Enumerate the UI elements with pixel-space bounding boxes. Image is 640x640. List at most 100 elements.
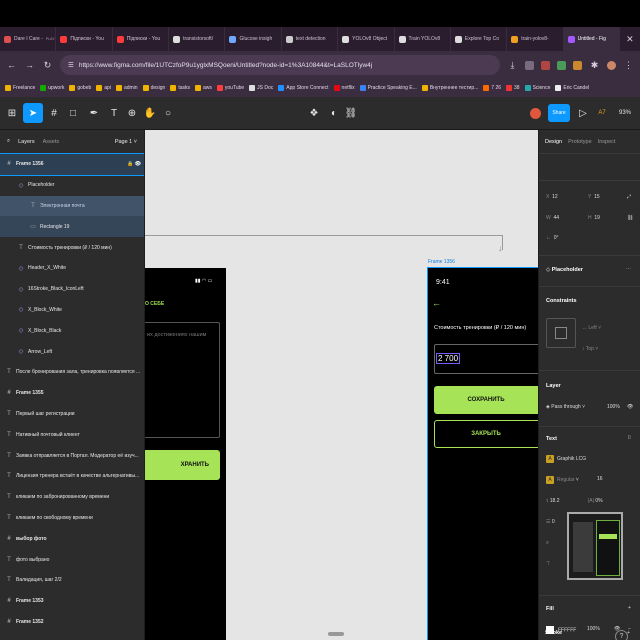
- font-family-select[interactable]: A Graphik LCG: [546, 455, 586, 463]
- layer-row[interactable]: T Нативный почтовый клиент: [0, 424, 144, 445]
- site-info-icon[interactable]: ☰: [68, 61, 74, 69]
- browser-tab[interactable]: transistorsoft/: [169, 27, 226, 51]
- layer-row[interactable]: ▭ Rectangle 19: [0, 216, 144, 238]
- extension-icon[interactable]: [573, 60, 582, 70]
- bookmark-item[interactable]: Science: [524, 85, 550, 91]
- extension-icon[interactable]: [557, 60, 566, 70]
- layer-row[interactable]: # выбор фото: [0, 528, 144, 549]
- visibility-icon[interactable]: 👁: [627, 404, 633, 410]
- bookmark-item[interactable]: design: [142, 85, 165, 91]
- design-canvas[interactable]: ↓ ▮▮ ◠ ▭ О СЕБЕ их достижениях нашим ХРА…: [145, 130, 538, 640]
- more-icon[interactable]: ⋯: [626, 266, 631, 272]
- constraint-horizontal[interactable]: ↔ Left ˅: [582, 325, 601, 331]
- lock-visibility-icons[interactable]: 🔒 👁: [127, 161, 141, 167]
- page-selector[interactable]: Page 1 ˅: [115, 139, 137, 145]
- fill-opacity[interactable]: 100%: [587, 626, 600, 632]
- main-menu-icon[interactable]: ⊞: [2, 103, 22, 123]
- layer-opacity[interactable]: 100%: [607, 404, 620, 410]
- extension-icon[interactable]: [541, 60, 550, 70]
- frame-tool-icon[interactable]: #: [44, 103, 64, 123]
- text-tool-icon[interactable]: T: [104, 103, 124, 123]
- paragraph-spacing-field[interactable]: ☰ 0: [546, 519, 555, 525]
- layer-row[interactable]: ◇ X_Block_White: [0, 300, 144, 321]
- layer-row[interactable]: # Frame 1353: [0, 591, 144, 612]
- bookmark-item[interactable]: aws: [194, 85, 212, 91]
- bookmark-item[interactable]: Внутреннее тестир...: [421, 85, 478, 91]
- bookmark-item[interactable]: 38: [506, 85, 520, 91]
- h-field[interactable]: H 19: [588, 215, 600, 221]
- bookmark-item[interactable]: youTube: [216, 85, 244, 91]
- hand-tool-icon[interactable]: ✋: [140, 103, 160, 123]
- tab-assets[interactable]: Assets: [43, 139, 60, 145]
- layer-row[interactable]: Tкликаем по свободному времени: [0, 508, 144, 529]
- font-size-field[interactable]: 16: [597, 476, 603, 482]
- layer-row[interactable]: T Первый шаг регистрации: [0, 404, 144, 425]
- link-icon[interactable]: ⛓: [341, 103, 361, 123]
- back-arrow-icon[interactable]: ←: [432, 298, 441, 308]
- layer-row[interactable]: ◇ Header_X_White: [0, 258, 144, 279]
- reload-icon[interactable]: ↻: [42, 60, 53, 71]
- close-button[interactable]: ЗАКРЫТЬ: [434, 420, 538, 448]
- tab-layers[interactable]: Layers: [18, 139, 35, 145]
- letter-spacing-field[interactable]: |A| 0%: [588, 498, 603, 504]
- puzzle-icon[interactable]: ✱: [589, 60, 600, 71]
- bookmark-item[interactable]: Freelance: [5, 85, 35, 91]
- canvas-scrollbar[interactable]: [328, 632, 344, 636]
- zoom-level[interactable]: 93%: [614, 103, 636, 123]
- browser-tab[interactable]: Dare I Care - PLAYING: [0, 27, 57, 51]
- text-styles-icon[interactable]: ⁞⁞: [628, 435, 631, 441]
- browser-tab[interactable]: Підписки - You: [56, 27, 113, 51]
- comment-tool-icon[interactable]: ○: [158, 103, 178, 123]
- layer-row[interactable]: # Frame 1356 🔒 👁: [0, 153, 144, 176]
- resources-icon[interactable]: ⊕: [122, 103, 142, 123]
- layer-row[interactable]: ◇ X_Block_Black: [0, 320, 144, 341]
- layer-row[interactable]: # Frame 1352: [0, 612, 144, 633]
- user-avatar[interactable]: [525, 103, 545, 123]
- w-field[interactable]: W 44: [546, 215, 559, 221]
- align-left-icon[interactable]: ≡: [546, 540, 549, 546]
- screenshot-preview-thumbnail[interactable]: [567, 512, 623, 580]
- constrain-icon[interactable]: ⤢: [627, 194, 631, 200]
- download-icon[interactable]: ⤓: [507, 60, 518, 71]
- move-tool-icon[interactable]: ➤: [23, 103, 43, 123]
- frame-label[interactable]: Frame 1356: [428, 259, 455, 265]
- layer-row[interactable]: Tфото выбрано: [0, 549, 144, 570]
- frame-1356[interactable]: 9:41 ← Стоимость тренировки (₽ / 120 мин…: [427, 267, 538, 640]
- bookmark-item[interactable]: Practice Speaking E...: [359, 85, 417, 91]
- back-icon[interactable]: ←: [6, 60, 17, 70]
- bookmark-item[interactable]: api: [96, 85, 111, 91]
- layer-row[interactable]: ◇ 16Stroke_Black_IconLeft: [0, 279, 144, 300]
- save-button[interactable]: СОХРАНИТЬ: [434, 386, 538, 414]
- extension-icon[interactable]: [525, 60, 534, 70]
- component-icon[interactable]: ❖: [304, 103, 324, 123]
- layer-row[interactable]: # Frame 1355: [0, 383, 144, 404]
- shape-tool-icon[interactable]: □: [63, 103, 83, 123]
- layer-row[interactable]: ◇ Placeholder: [0, 175, 144, 196]
- layer-row[interactable]: T Электронная почта: [0, 195, 144, 217]
- tab-inspect[interactable]: Inspect: [598, 139, 616, 145]
- tab-prototype[interactable]: Prototype: [568, 139, 592, 145]
- layer-row[interactable]: Tкликаем по забронированному времени: [0, 487, 144, 508]
- bookmark-item[interactable]: Eric Candel: [555, 85, 589, 91]
- tab-design[interactable]: Design: [545, 139, 562, 145]
- bookmark-item[interactable]: gobeb: [69, 85, 91, 91]
- y-field[interactable]: Y 15: [588, 194, 600, 200]
- browser-tab[interactable]: Glucose insigh: [225, 27, 282, 51]
- bookmark-item[interactable]: upwork: [40, 85, 64, 91]
- url-field[interactable]: ☰ https://www.figma.com/file/1UTCzfoP9u1…: [60, 55, 500, 75]
- price-value[interactable]: 2 700: [435, 353, 461, 364]
- bookmark-item[interactable]: JS Doc: [249, 85, 273, 91]
- browser-tab[interactable]: Підписки - You: [113, 27, 170, 51]
- browser-tab[interactable]: Untitled - Fig: [563, 27, 620, 51]
- line-height-field[interactable]: ⥍ 18.2: [546, 498, 559, 504]
- browser-tab[interactable]: Train YOLOv8: [395, 27, 451, 51]
- rotation-field[interactable]: ∟ 0°: [546, 235, 558, 241]
- forward-icon[interactable]: →: [24, 60, 35, 70]
- frame-1355[interactable]: ▮▮ ◠ ▭ О СЕБЕ их достижениях нашим ХРАНИ…: [145, 268, 226, 640]
- lock-ratio-icon[interactable]: ⛓: [627, 215, 633, 221]
- layer-row[interactable]: T После бронирования зала, тренировка поя…: [0, 362, 144, 383]
- save-button[interactable]: ХРАНИТЬ: [145, 450, 220, 480]
- layer-row[interactable]: T Валидация, шаг 2/2: [0, 570, 144, 591]
- present-icon[interactable]: ▷: [573, 103, 593, 123]
- component-title[interactable]: ◇ Placeholder: [546, 267, 583, 273]
